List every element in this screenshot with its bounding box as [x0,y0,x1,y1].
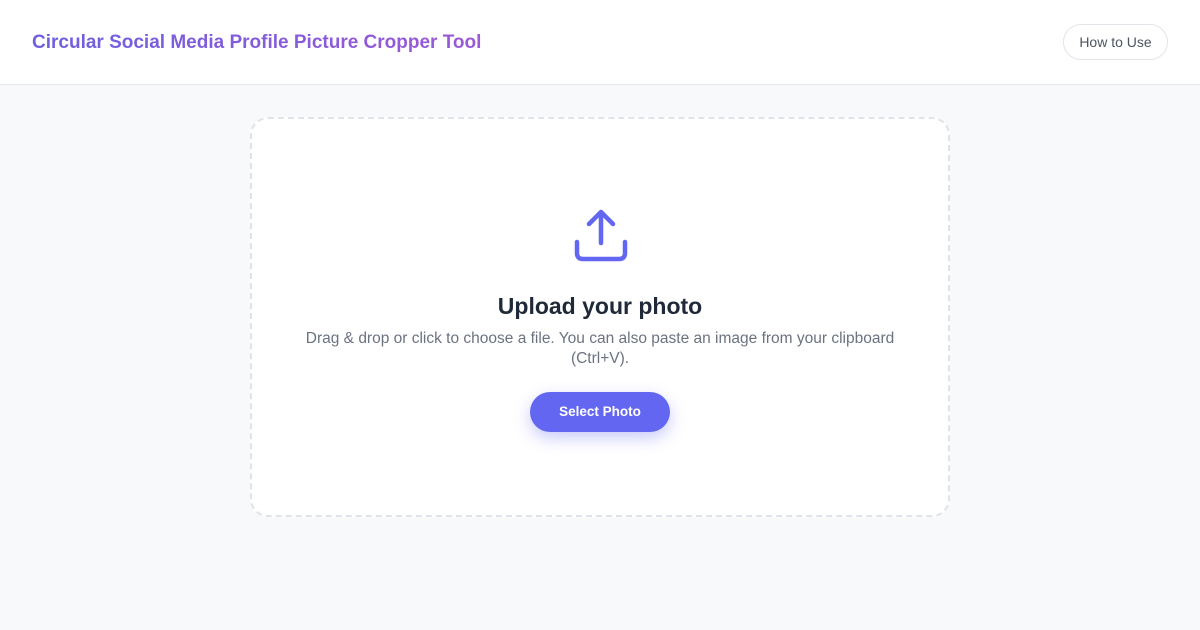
app-title: Circular Social Media Profile Picture Cr… [32,32,482,53]
app-header: Circular Social Media Profile Picture Cr… [0,0,1200,85]
upload-dropzone[interactable]: Upload your photo Drag & drop or click t… [250,117,950,517]
how-to-use-button[interactable]: How to Use [1063,24,1168,60]
upload-title: Upload your photo [497,293,703,319]
upload-description: Drag & drop or click to choose a file. Y… [305,330,895,367]
upload-icon [574,209,628,262]
select-photo-button[interactable]: Select Photo [530,392,670,432]
